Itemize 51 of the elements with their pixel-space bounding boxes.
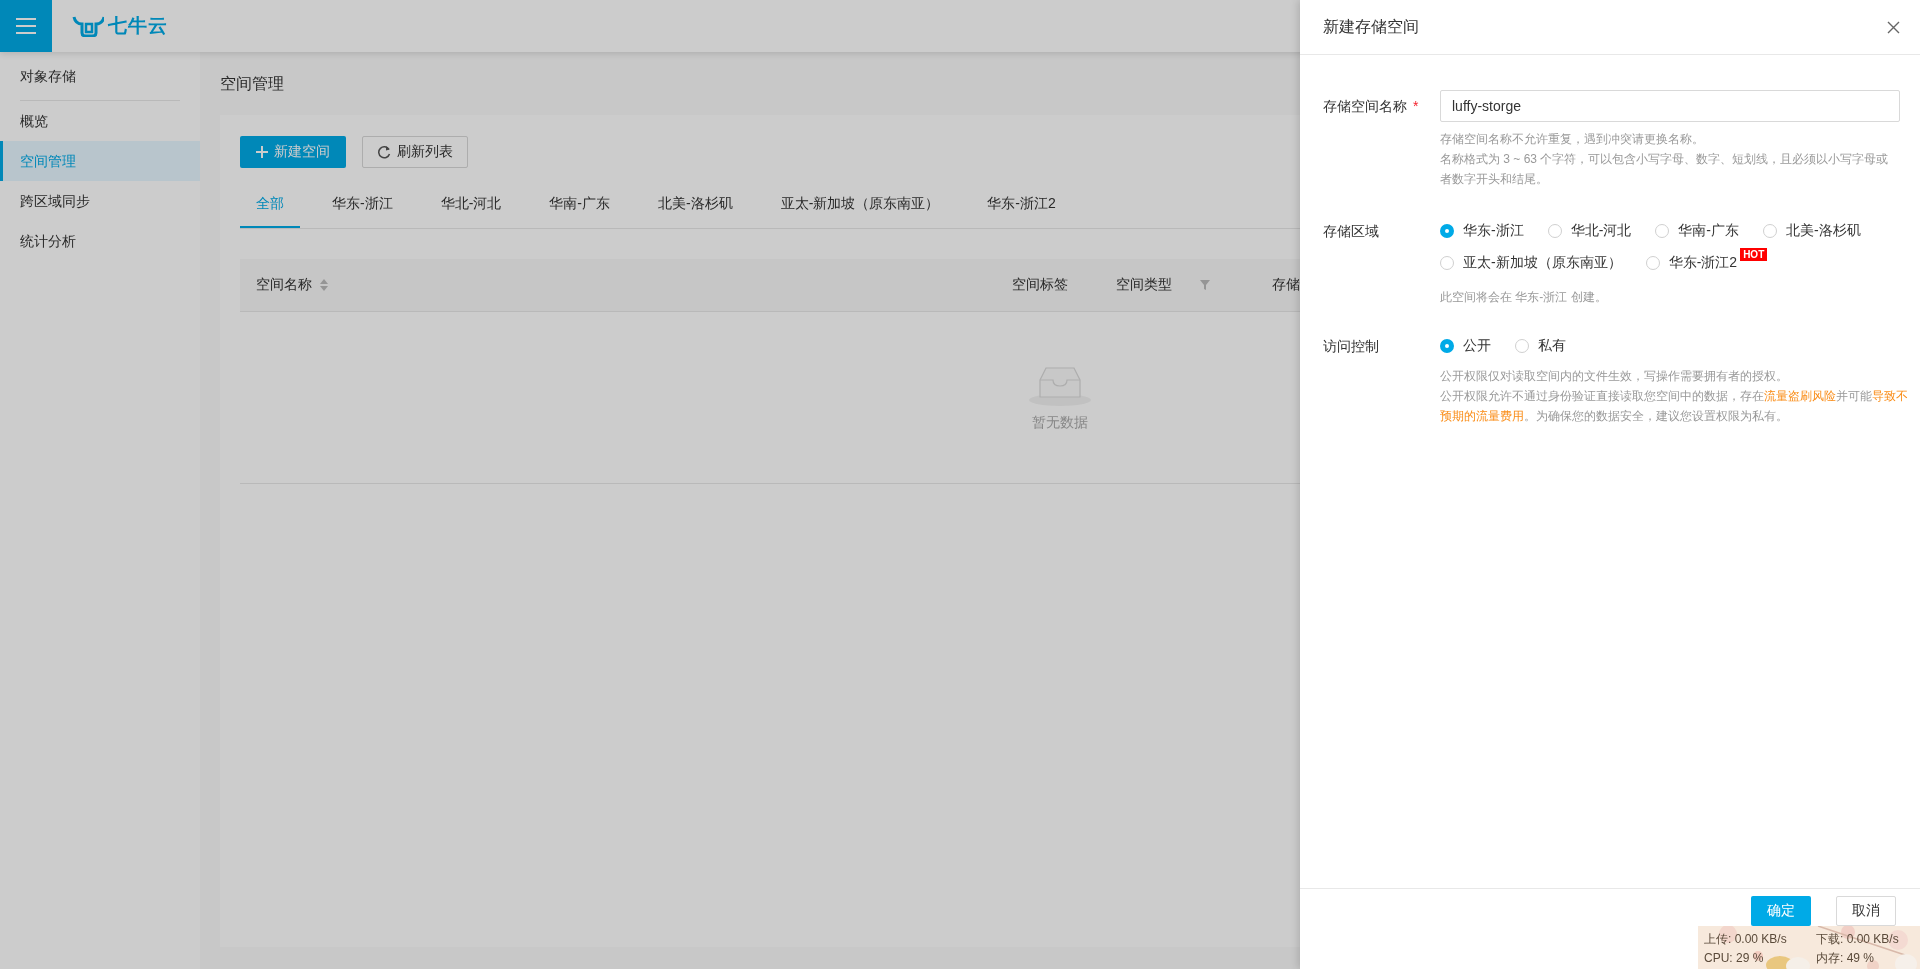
column-header: 空间类型: [1116, 276, 1172, 294]
drawer-title: 新建存储空间: [1323, 16, 1419, 37]
download-rate: 下载: 0.00 KB/s: [1816, 931, 1900, 948]
memory-usage: 内存: 49 %: [1816, 950, 1876, 967]
region-tab[interactable]: 北美-洛杉矶: [642, 180, 749, 228]
field-label: 存储区域: [1323, 222, 1379, 241]
logo-text: 七牛云: [108, 14, 168, 38]
region-tab[interactable]: 华北-河北: [424, 180, 518, 228]
field-label: 访问控制: [1323, 337, 1379, 356]
help-text: 此空间将会在 华东-浙江 创建。: [1440, 289, 1608, 306]
radio-option[interactable]: 北美-洛杉矶: [1763, 215, 1861, 247]
refresh-icon: [377, 145, 391, 159]
menu-icon: [16, 18, 36, 34]
page-title: 空间管理: [220, 74, 284, 94]
menu-button[interactable]: [0, 0, 52, 52]
column-header: 存储: [1272, 276, 1300, 294]
hot-badge: HOT: [1740, 247, 1768, 261]
help-text: 存储空间名称不允许重复，遇到冲突请更换名称。: [1440, 131, 1705, 148]
plus-icon: [256, 146, 268, 158]
close-icon: [1887, 20, 1900, 34]
radio-option[interactable]: 华东-浙江2 HOT: [1645, 247, 1768, 279]
radio-option[interactable]: 私有: [1515, 330, 1566, 362]
radio-option[interactable]: 华东-浙江: [1440, 215, 1524, 247]
sort-icon[interactable]: [320, 279, 328, 291]
region-tab[interactable]: 亚太-新加坡（原东南亚）: [764, 180, 956, 228]
cpu-usage: CPU: 29 %: [1704, 950, 1765, 967]
help-text: 公开权限仅对读取空间内的文件生效，写操作需要拥有者的授权。: [1440, 368, 1789, 385]
radio-option[interactable]: 公开: [1440, 330, 1491, 362]
sidebar-item[interactable]: 跨区域同步: [0, 181, 200, 221]
sidebar-item[interactable]: 统计分析: [0, 221, 200, 261]
column-header: 空间名称: [256, 276, 312, 294]
empty-text: 暂无数据: [1032, 413, 1088, 432]
cancel-button[interactable]: 取消: [1836, 896, 1896, 926]
logo-icon: [72, 15, 104, 37]
radio-option[interactable]: 华北-河北: [1547, 215, 1632, 247]
filter-icon[interactable]: [1200, 280, 1210, 290]
help-text: 名称格式为 3 ~ 63 个字符，可以包含小写字母、数字、短划线，且必须以小写字母或者数字开头和结尾。: [1440, 151, 1890, 188]
region-tab[interactable]: 华东-浙江: [316, 180, 409, 228]
radio-option[interactable]: 华南-广东: [1655, 215, 1739, 247]
input-field[interactable]: luffy-storge: [1440, 90, 1900, 122]
upload-rate: 上传: 0.00 KB/s: [1704, 931, 1788, 948]
column-header: 空间标签: [1012, 276, 1068, 294]
field-label: 存储空间名称: [1323, 97, 1407, 116]
sidebar-title: 对象存储: [19, 67, 77, 86]
radio-option[interactable]: 亚太-新加坡（原东南亚）: [1440, 247, 1622, 279]
region-tab[interactable]: 华南-广东: [533, 180, 626, 228]
help-text: 公开权限允许不通过身份验证直接读取您空间中的数据，存在流量盗刷风险并可能导致不预期的流量费用。为确保您的数据安全，建议您设置权限为私有。: [1440, 388, 1909, 425]
refresh-button[interactable]: 刷新列表: [362, 136, 468, 168]
region-tab[interactable]: 华东-浙江2: [971, 180, 1072, 228]
required-mark: *: [1413, 97, 1419, 116]
sidebar-item[interactable]: 概览: [0, 101, 200, 141]
